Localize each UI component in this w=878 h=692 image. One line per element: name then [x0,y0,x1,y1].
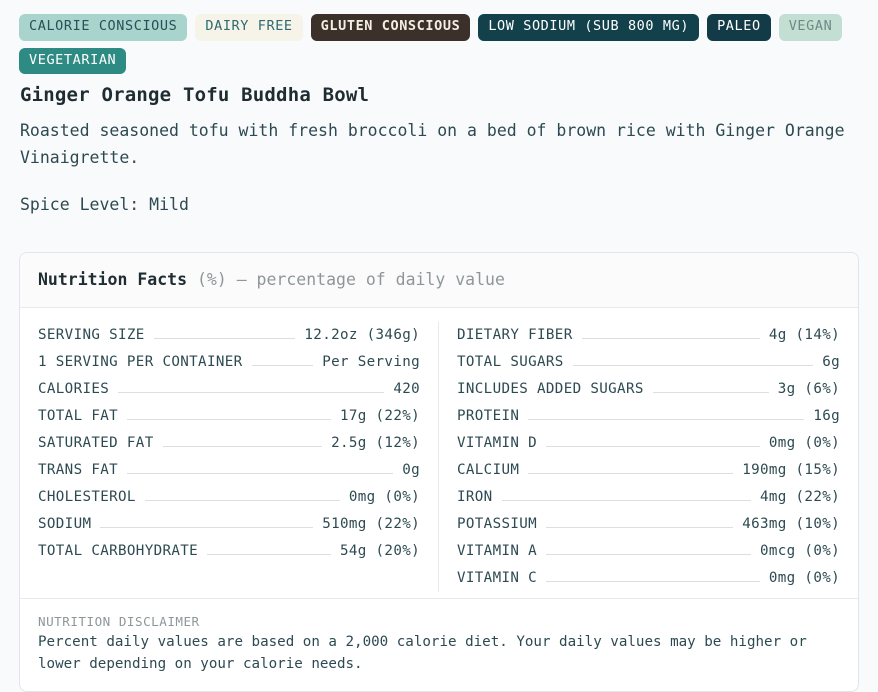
nutrition-facts-card: Nutrition Facts (%) – percentage of dail… [19,252,859,692]
nutrition-row: VITAMIN D 0mg (0%) [457,430,840,457]
nutrition-row-value: 0mg (0%) [348,489,420,506]
nutrition-row-value: 16g [813,408,840,425]
nutrition-column-right: DIETARY FIBER 4g (14%) TOTAL SUGARS 6g INCLU… [439,322,858,592]
nutrition-facts-title: Nutrition Facts [38,270,188,290]
nutrition-row-leader [127,473,394,475]
nutrition-row-value: 54g (20%) [339,543,420,560]
nutrition-row-leader [127,419,331,421]
nutrition-row: CHOLESTEROL 0mg (0%) [38,484,420,511]
nutrition-row: TOTAL SUGARS 6g [457,349,840,376]
nutrition-row-label: IRON [457,489,493,506]
nutrition-row-label: VITAMIN D [457,435,538,452]
nutrition-row-value: 17g (22%) [339,408,420,425]
nutrition-row-label: SATURATED FAT [38,435,154,452]
nutrition-row-leader [144,500,340,502]
nutrition-row-leader [528,419,805,421]
nutrition-row-value: 190mg (15%) [742,462,840,479]
nutrition-row-label: VITAMIN A [457,543,538,560]
nutrition-row-value: Per Serving [322,354,420,371]
dietary-tag-list: CALORIE CONSCIOUS DAIRY FREE GLUTEN CONSCI… [19,14,859,74]
nutrition-row: 1 SERVING PER CONTAINER Per Serving [38,349,420,376]
nutrition-row-label: PROTEIN [457,408,520,425]
nutrition-row: CALCIUM 190mg (15%) [457,457,840,484]
nutrition-row: TOTAL CARBOHYDRATE 54g (20%) [38,538,420,565]
nutrition-row-leader [118,392,385,394]
nutrition-row: IRON 4mg (22%) [457,484,840,511]
nutrition-row-label: TOTAL SUGARS [457,354,564,371]
nutrition-row-value: 0g [402,462,420,479]
nutrition-row-leader [153,338,296,340]
nutrition-row: SODIUM 510mg (22%) [38,511,420,538]
nutrition-row-value: 0mcg (0%) [759,543,840,560]
dietary-tag: VEGETARIAN [19,47,127,74]
nutrition-row-value: 0mg (0%) [768,570,840,587]
nutrition-row-value: 420 [393,381,420,398]
nutrition-row-leader [546,446,760,448]
nutrition-row-label: SERVING SIZE [38,327,145,344]
nutrition-row-label: DIETARY FIBER [457,327,573,344]
spice-level-text: Spice Level: Mild [20,195,189,215]
nutrition-row-label: CHOLESTEROL [38,489,136,506]
nutrition-row: TOTAL FAT 17g (22%) [38,403,420,430]
nutrition-row-label: TRANS FAT [38,462,119,479]
disclaimer-text: Percent daily values are based on a 2,00… [38,634,807,672]
nutrition-page: CALORIE CONSCIOUS DAIRY FREE GLUTEN CONSCI… [0,0,878,692]
nutrition-columns: SERVING SIZE 12.2oz (346g) 1 SERVING PER C… [20,308,858,598]
dietary-tag: LOW SODIUM (SUB 800 MG) [478,14,700,41]
nutrition-row-leader [100,527,314,529]
nutrition-row-value: 6g [822,354,840,371]
nutrition-row: INCLUDES ADDED SUGARS 3g (6%) [457,376,840,403]
nutrition-row-leader [581,338,760,340]
nutrition-row-leader [251,365,314,367]
nutrition-row: TRANS FAT 0g [38,457,420,484]
nutrition-row-label: SODIUM [38,516,92,533]
nutrition-row-label: POTASSIUM [457,516,538,533]
nutrition-row-leader [652,392,769,394]
nutrition-row-leader [546,581,760,583]
nutrition-row-value: 2.5g (12%) [331,435,420,452]
nutrition-row-value: 12.2oz (346g) [304,327,420,344]
dietary-tag: CALORIE CONSCIOUS [19,14,188,41]
nutrition-row-leader [207,554,331,556]
nutrition-row-leader [572,365,814,367]
nutrition-row-leader [501,500,751,502]
nutrition-card-header: Nutrition Facts (%) – percentage of dail… [20,253,858,309]
nutrition-row-label: CALORIES [38,381,110,398]
nutrition-column-left: SERVING SIZE 12.2oz (346g) 1 SERVING PER C… [20,322,439,593]
nutrition-row: SERVING SIZE 12.2oz (346g) [38,322,420,349]
page-title: Ginger Orange Tofu Buddha Bowl [20,84,370,106]
dietary-tag: VEGAN [778,14,843,41]
disclaimer-title: NUTRITION DISCLAIMER [38,614,200,630]
nutrition-row: VITAMIN A 0mcg (0%) [457,538,840,565]
nutrition-row-value: 4g (14%) [768,327,840,344]
nutrition-row-label: CALCIUM [457,462,520,479]
nutrition-row-leader [528,473,734,475]
dietary-tag: DAIRY FREE [195,14,303,41]
nutrition-row-value: 0mg (0%) [768,435,840,452]
nutrition-row-label: TOTAL CARBOHYDRATE [38,543,199,560]
nutrition-row-value: 3g (6%) [777,381,840,398]
nutrition-row-label: TOTAL FAT [38,408,119,425]
nutrition-row: POTASSIUM 463mg (10%) [457,511,840,538]
nutrition-disclaimer: NUTRITION DISCLAIMER Percent daily value… [20,598,858,691]
nutrition-row-label: 1 SERVING PER CONTAINER [38,354,243,371]
nutrition-row-leader [546,527,734,529]
dietary-tag: PALEO [707,14,771,41]
nutrition-row-value: 463mg (10%) [742,516,840,533]
dietary-tag: GLUTEN CONSCIOUS [310,14,471,41]
nutrition-row-leader [546,554,751,556]
nutrition-row: PROTEIN 16g [457,403,840,430]
nutrition-row-value: 510mg (22%) [322,516,420,533]
nutrition-row: VITAMIN C 0mg (0%) [457,565,840,592]
nutrition-row-label: INCLUDES ADDED SUGARS [457,381,644,398]
nutrition-row: SATURATED FAT 2.5g (12%) [38,430,420,457]
nutrition-row: DIETARY FIBER 4g (14%) [457,322,840,349]
nutrition-row-leader [162,446,323,448]
dish-description: Roasted seasoned tofu with fresh broccol… [20,121,845,167]
nutrition-row: CALORIES 420 [38,376,420,403]
nutrition-facts-subtitle: (%) – percentage of daily value [196,270,505,290]
nutrition-row-value: 4mg (22%) [759,489,840,506]
nutrition-row-label: VITAMIN C [457,570,538,587]
